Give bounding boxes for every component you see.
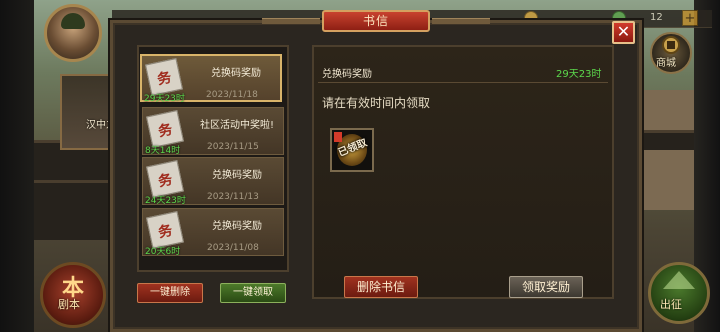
close-button[interactable]: ✕ (612, 21, 635, 44)
march-label: 出征 (660, 298, 682, 311)
mail-item-title: 兑换码奖励 (212, 170, 262, 181)
close-icon: ✕ (616, 22, 631, 41)
divider (318, 82, 608, 83)
mail-item-date: 2023/11/13 (207, 192, 259, 202)
mail-item-timer: 29天23时 (144, 94, 185, 104)
claim-reward-button[interactable]: 领取奖励 (509, 276, 583, 298)
script-label: 剧本 (58, 298, 80, 311)
resource-count: 12 (650, 12, 663, 23)
reward-slot[interactable]: 已领取 (330, 128, 374, 172)
mail-item-timer: 20天6时 (145, 247, 181, 257)
mail-item-date: 2023/11/18 (206, 90, 258, 100)
mail-item-title: 兑换码奖励 (212, 221, 262, 232)
reward-flag-icon (334, 132, 342, 142)
mail-detail-panel (312, 45, 614, 299)
mail-item-title: 兑换码奖励 (211, 68, 261, 79)
mail-detail-timer: 29天23时 (556, 69, 602, 80)
mail-detail-title: 兑换码奖励 (322, 69, 372, 80)
mail-item-title: 社区活动中奖啦! (199, 120, 274, 131)
mail-item-date: 2023/11/15 (207, 142, 259, 152)
player-avatar[interactable] (44, 4, 102, 62)
title-ornament-left (262, 18, 320, 24)
mail-item[interactable]: 务 社区活动中奖啦! 8天14时 2023/11/15 (142, 107, 284, 156)
shop-label: 商城 (656, 58, 676, 69)
dialog-title: 书信 (322, 10, 430, 32)
script-icon: 本 (61, 275, 84, 301)
delete-mail-button[interactable]: 删除书信 (344, 276, 418, 298)
mail-item-timer: 24天23时 (145, 196, 186, 206)
screen-left-edge (0, 0, 34, 332)
add-resource-button[interactable]: + (682, 10, 698, 26)
claim-all-button[interactable]: 一键领取 (220, 283, 286, 303)
mail-item[interactable]: 务 兑换码奖励 29天23时 2023/11/18 (140, 54, 282, 104)
delete-all-button[interactable]: 一键删除 (137, 283, 203, 303)
mail-detail-body: 请在有效时间内领取 (322, 96, 431, 110)
mail-item-date: 2023/11/08 (207, 243, 259, 253)
march-button[interactable] (648, 262, 710, 324)
march-icon (663, 271, 695, 289)
side-city-banner[interactable] (60, 74, 116, 150)
title-ornament-right (432, 18, 490, 24)
mail-item[interactable]: 务 兑换码奖励 24天23时 2023/11/13 (142, 157, 284, 206)
mail-item[interactable]: 务 兑换码奖励 20天6时 2023/11/08 (142, 208, 284, 257)
mail-item-timer: 8天14时 (145, 146, 181, 156)
